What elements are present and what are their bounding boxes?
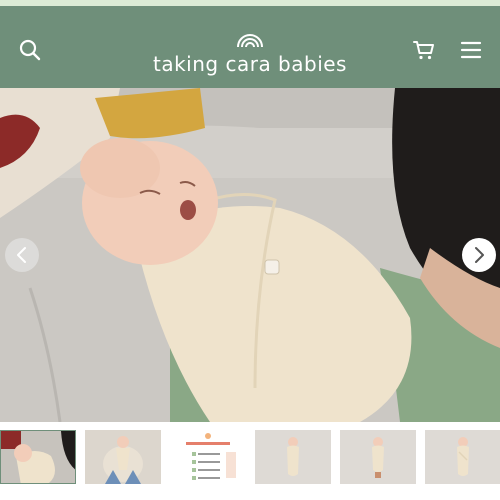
site-header: taking cara babies <box>0 6 500 88</box>
search-button[interactable] <box>14 34 46 66</box>
cart-icon <box>413 41 434 60</box>
brand-logo[interactable]: taking cara babies <box>145 26 355 78</box>
thumbnail-image <box>255 430 331 484</box>
thumbnail-5[interactable] <box>340 430 416 484</box>
next-image-button[interactable] <box>462 238 496 272</box>
swaddled-baby-photo <box>0 88 500 422</box>
chevron-left-icon <box>17 247 26 263</box>
chevron-right-icon <box>475 247 484 263</box>
thumbnail-image <box>340 430 416 484</box>
menu-button[interactable] <box>455 34 487 66</box>
thumbnail-4[interactable] <box>255 430 331 484</box>
thumbnail-image <box>170 430 246 484</box>
brand-name: taking cara babies <box>153 52 347 76</box>
menu-icon <box>460 41 482 59</box>
rainbow-logo-icon <box>237 34 263 48</box>
thumbnail-image <box>85 430 161 484</box>
image-thumbnail-strip <box>0 422 500 500</box>
thumbnail-2[interactable] <box>85 430 161 484</box>
thumbnail-6[interactable] <box>425 430 500 484</box>
search-icon <box>19 39 41 61</box>
thumbnail-3[interactable] <box>170 430 246 484</box>
product-hero-image <box>0 88 500 422</box>
previous-image-button[interactable] <box>5 238 39 272</box>
cart-button[interactable] <box>408 34 440 66</box>
thumbnail-1[interactable] <box>0 430 76 484</box>
thumbnail-image <box>425 430 500 484</box>
thumbnail-image <box>1 431 75 483</box>
